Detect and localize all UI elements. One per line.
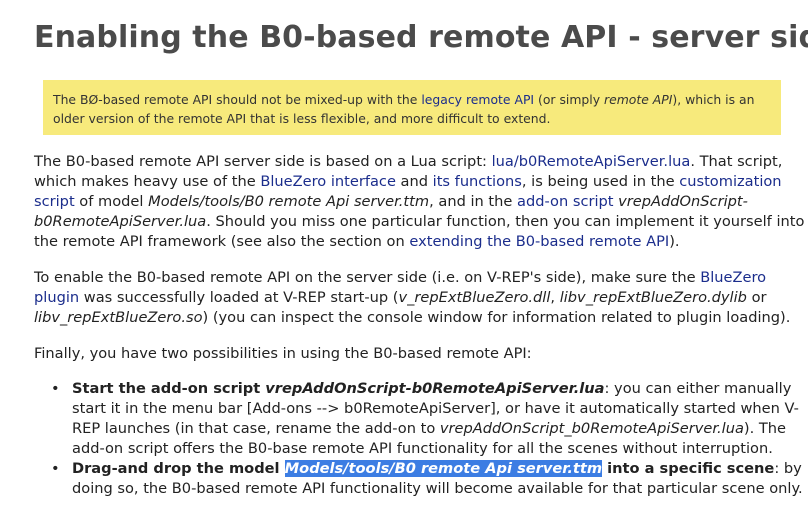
legacy-remote-api-link[interactable]: legacy remote API	[421, 92, 534, 107]
list-item-heading: Start the add-on script	[72, 380, 266, 397]
paragraph-text: , and in the	[429, 193, 518, 210]
possibilities-paragraph: Finally, you have two possibilities in u…	[34, 345, 532, 362]
extending-remote-api-link[interactable]: extending the B0-based remote API	[409, 233, 669, 250]
paragraph-text: ) (you can inspect the console window fo…	[202, 309, 791, 326]
selected-model-path[interactable]: Models/tools/B0 remote Api server.ttm	[284, 460, 603, 477]
addon-script-name: vrepAddOnScript-b0RemoteApiServer.lua	[265, 380, 605, 397]
page: Enabling the B0-based remote API - serve…	[0, 0, 808, 530]
paragraph-text: and	[395, 173, 433, 190]
plugin-paragraph: To enable the B0-based remote API on the…	[34, 268, 808, 328]
so-filename: libv_repExtBlueZero.so	[34, 309, 203, 326]
note-emphasis: remote API	[604, 92, 673, 107]
model-path: Models/tools/B0 remote Api server.ttm	[148, 193, 430, 210]
list-item: • Drag-and drop the model Models/tools/B0…	[34, 459, 808, 499]
note-text: The BØ-based remote API should not be mi…	[53, 92, 422, 107]
bullet-icon: •	[51, 460, 60, 477]
paragraph-text: To enable the B0-based remote API on the…	[34, 269, 701, 286]
paragraph-text: of model	[74, 193, 149, 210]
paragraph-text: , is being used in the	[521, 173, 680, 190]
lua-script-link[interactable]: lua/b0RemoteApiServer.lua	[492, 153, 691, 170]
paragraph-text: The B0-based remote API server side is b…	[34, 153, 492, 170]
note-text: (or simply	[534, 92, 605, 107]
dylib-filename: libv_repExtBlueZero.dylib	[559, 289, 747, 306]
paragraph-text: ).	[669, 233, 680, 250]
paragraph-text: ,	[550, 289, 560, 306]
page-title: Enabling the B0-based remote API - serve…	[34, 20, 808, 55]
addon-script-link[interactable]: add-on script	[517, 193, 614, 210]
list-item: • Start the add-on script vrepAddOnScript…	[34, 379, 808, 459]
renamed-addon-name: vrepAddOnScript_b0RemoteApiServer.lua	[439, 420, 744, 437]
options-list: • Start the add-on script vrepAddOnScript…	[34, 379, 808, 499]
its-functions-link[interactable]: its functions	[433, 173, 522, 190]
paragraph-text: was successfully loaded at V-REP start-u…	[79, 289, 399, 306]
list-item-heading: Drag-and drop the model	[72, 460, 285, 477]
dll-filename: v_repExtBlueZero.dll	[398, 289, 551, 306]
warning-note: The BØ-based remote API should not be mi…	[43, 80, 781, 135]
bullet-icon: •	[51, 380, 60, 397]
intro-paragraph: The B0-based remote API server side is b…	[34, 152, 808, 252]
list-item-heading: into a specific scene	[602, 460, 775, 477]
bluezero-interface-link[interactable]: BlueZero interface	[260, 173, 396, 190]
paragraph-text: or	[746, 289, 767, 306]
